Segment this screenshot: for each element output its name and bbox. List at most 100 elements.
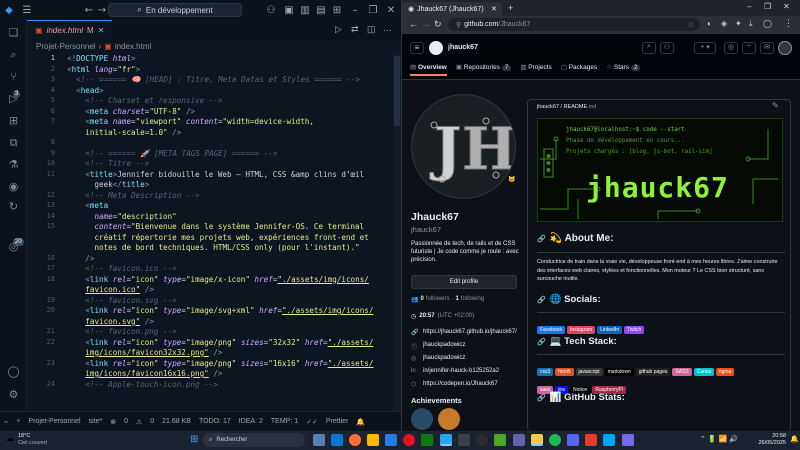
status-todo[interactable]: TODO: 17 xyxy=(199,418,231,425)
profile-link-text[interactable]: https://jhauck67.github.io/jhauck67/ xyxy=(423,329,517,336)
address-bar[interactable]: ⚲ github.com/Jhauck67 ☆ xyxy=(448,18,700,31)
edit-profile-button[interactable]: Edit profile xyxy=(411,275,517,289)
testing-icon[interactable]: ⚗ xyxy=(6,158,21,173)
badge-css3[interactable]: css3 xyxy=(537,368,554,376)
code-line[interactable]: img/icons/favicon32x32.png" /> xyxy=(67,348,222,359)
tab-repositories[interactable]: ▣ Repositories 7 xyxy=(456,63,512,76)
weather-widget[interactable]: 18°C Ciel couvert xyxy=(18,433,47,447)
reload-icon[interactable]: ↻ xyxy=(434,19,442,30)
notifications-icon[interactable]: 🔔 xyxy=(356,418,365,426)
code-line[interactable]: <meta name="viewport" content="width=dev… xyxy=(67,117,314,128)
code-line[interactable]: content="Bienvenue dans le système Jenni… xyxy=(67,222,364,233)
remote-indicator-icon[interactable]: ⌁ xyxy=(4,418,8,426)
code-line[interactable]: <!-- favicon.ico --> xyxy=(67,264,176,275)
start-windows-icon[interactable]: ⊞ xyxy=(190,434,198,445)
code-line[interactable]: <!-- Charset et responsive --> xyxy=(67,96,222,107)
firefox-icon[interactable] xyxy=(349,434,361,446)
tab-overview[interactable]: ▤ Overview xyxy=(410,63,447,76)
code-line[interactable]: name="description" xyxy=(67,212,176,223)
profile-link-text[interactable]: jhauckpadowicz xyxy=(423,342,465,351)
more-actions-icon[interactable]: … xyxy=(383,23,392,33)
badge-sass[interactable]: SASS xyxy=(672,368,692,376)
source-control-icon[interactable]: ⑂ xyxy=(6,70,21,85)
status-warnings[interactable]: 0 xyxy=(150,418,154,425)
code-line[interactable]: /> xyxy=(67,254,94,265)
forward-arrow-icon[interactable]: → xyxy=(421,19,430,29)
close-icon[interactable]: ✕ xyxy=(382,5,400,16)
close-tab-icon[interactable]: ✕ xyxy=(98,26,105,35)
outlook-icon[interactable] xyxy=(331,434,343,446)
code-line[interactable]: créatif répertorie mes projets web, expé… xyxy=(67,233,368,244)
code-editor[interactable]: 1 2 3 4 5 6 7 8 9 10 11 12 13 14 15 16 17 18 19 20 21 22 23 24 … xyxy=(27,53,401,411)
badge-linkedin[interactable]: LinkedIn xyxy=(597,326,623,334)
github-username[interactable]: jhauck67 xyxy=(448,44,478,51)
tab-index-html[interactable]: ▣ index.html M ✕ xyxy=(27,20,113,40)
badge-javascript[interactable]: javascript xyxy=(575,368,603,376)
badge-twitch[interactable]: Twitch xyxy=(624,326,645,334)
anchor-link-icon[interactable]: 🔗 xyxy=(537,394,546,402)
badge-canva[interactable]: Canva xyxy=(693,368,715,376)
task-view-icon[interactable] xyxy=(313,434,325,446)
readme-path-label[interactable]: jhauck67 / README xyxy=(537,104,587,110)
code-line[interactable]: favicon.svg" /> xyxy=(67,317,154,328)
code-line[interactable]: <!DOCTYPE html> xyxy=(67,54,136,65)
code-line[interactable]: <link rel="icon" type="image/svg+xml" hr… xyxy=(67,306,373,317)
taskbar-search[interactable]: ⌕ Rechercher xyxy=(203,433,305,447)
code-line[interactable]: <!-- ====== 🧠 [HEAD] : Titre, Meta Datas… xyxy=(67,75,360,86)
anchor-link-icon[interactable]: 🔗 xyxy=(537,338,546,346)
minimize-icon[interactable]: – xyxy=(747,2,751,11)
search-icon[interactable]: ⌕ xyxy=(6,48,21,63)
badge-facebook[interactable]: Facebook xyxy=(537,326,565,334)
scrollbar-thumb[interactable] xyxy=(394,56,400,126)
app-icon[interactable] xyxy=(585,434,597,446)
badge-html5[interactable]: html5 xyxy=(555,368,574,376)
followers-label[interactable]: followers xyxy=(426,296,450,303)
code-line[interactable]: <!-- Titre --> xyxy=(67,159,149,170)
weather-icon[interactable]: ☁ xyxy=(6,434,14,443)
tab-stars[interactable]: ☆ Stars 2 xyxy=(606,63,641,76)
extensions-icon[interactable]: ⊞ xyxy=(6,114,21,129)
code-line[interactable]: <!-- favicon.svg --> xyxy=(67,296,176,307)
system-tray-icons[interactable]: ⌃ 🔋 📶 🔊 xyxy=(700,435,738,443)
status-errors[interactable]: 0 xyxy=(124,418,128,425)
github-logo-icon[interactable] xyxy=(429,41,443,55)
copilot-icon[interactable]: ⚇ xyxy=(262,5,280,16)
code-line[interactable]: <!-- Apple-touch-icon.png --> xyxy=(67,380,218,391)
following-label[interactable]: following xyxy=(461,296,484,303)
issues-icon[interactable]: ◎ xyxy=(724,42,738,54)
command-center[interactable]: ⌕ En développement xyxy=(108,3,242,17)
code-line[interactable]: <link rel="icon" type="image/png" sizes=… xyxy=(67,338,373,349)
new-tab-icon[interactable]: + xyxy=(508,3,513,13)
copilot-icon[interactable]: ⚇ xyxy=(660,42,674,54)
code-line[interactable]: <meta xyxy=(67,201,108,212)
anchor-link-icon[interactable]: 🔗 xyxy=(537,296,546,304)
code-line[interactable]: <meta charset="UTF-8" /> xyxy=(67,107,195,118)
status-idea[interactable]: IDEA: 2 xyxy=(239,418,263,425)
edit-pencil-icon[interactable]: ✎ xyxy=(772,101,779,110)
app-icon[interactable] xyxy=(603,434,615,446)
app-icon[interactable] xyxy=(622,434,634,446)
notification-bell-icon[interactable]: 🔔 xyxy=(790,435,799,443)
profile-link[interactable]: in in/jennifer-hauck-b125252a2 xyxy=(411,368,499,374)
back-arrow-icon[interactable]: ← xyxy=(409,19,418,29)
profile-icon[interactable]: ◯ xyxy=(763,19,772,28)
maximize-icon[interactable]: ❐ xyxy=(364,5,382,16)
badge-markdown[interactable]: markdown xyxy=(604,368,634,376)
run-icon[interactable]: ▷ xyxy=(335,24,342,35)
account-icon[interactable]: ◯ xyxy=(6,365,21,380)
code-line[interactable]: <!-- favicon.png --> xyxy=(67,327,176,338)
tab-projects[interactable]: ▥ Projects xyxy=(520,63,551,76)
create-new-icon[interactable]: + ▾ xyxy=(694,42,716,54)
pull-requests-icon[interactable]: ⑂ xyxy=(742,42,756,54)
explorer-icon[interactable]: ❏ xyxy=(6,26,21,41)
profile-link-text[interactable]: jhauckpadowicz xyxy=(423,355,465,362)
anchor-link-icon[interactable]: 🔗 xyxy=(537,235,546,243)
profile-avatar[interactable]: J H xyxy=(411,94,516,199)
badge-instagram[interactable]: Instagram xyxy=(566,326,596,334)
maximize-icon[interactable]: ❐ xyxy=(764,2,771,11)
site-info-icon[interactable]: ⚲ xyxy=(456,21,461,29)
extension-icon-2[interactable]: ◈ xyxy=(721,19,727,28)
file-explorer-icon[interactable] xyxy=(367,434,379,446)
minimize-icon[interactable]: – xyxy=(346,5,364,16)
code-line[interactable]: <html lang="fr"> xyxy=(67,65,140,76)
